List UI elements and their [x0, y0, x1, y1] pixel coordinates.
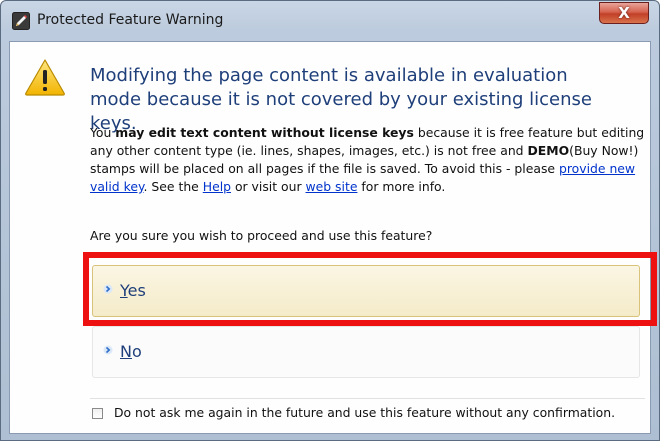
- dont-ask-label[interactable]: Do not ask me again in the future and us…: [114, 405, 615, 420]
- no-accelerator: N: [120, 342, 132, 361]
- close-button[interactable]: X: [599, 2, 649, 24]
- web-site-link[interactable]: web site: [306, 179, 358, 194]
- no-button[interactable]: No: [92, 326, 640, 378]
- close-icon: X: [618, 4, 630, 22]
- app-icon: [12, 12, 30, 30]
- warning-body: You may edit text content without licens…: [90, 124, 645, 196]
- body-text-5: or visit our: [231, 179, 306, 194]
- body-text-6: for more info.: [357, 179, 446, 194]
- dialog-window: Protected Feature Warning X Modifying th…: [0, 0, 660, 441]
- no-label: No: [120, 342, 142, 361]
- body-text-4: . See the: [143, 179, 203, 194]
- body-bold-demo: DEMO: [527, 143, 570, 158]
- dialog-content: Modifying the page content is available …: [9, 41, 651, 434]
- footer-divider: [90, 398, 645, 399]
- no-label-rest: o: [131, 342, 142, 361]
- body-bold-1: may edit text content without license ke…: [115, 125, 414, 140]
- window-title: Protected Feature Warning: [37, 12, 224, 28]
- dont-ask-checkbox[interactable]: [92, 408, 103, 419]
- title-bar[interactable]: Protected Feature Warning X: [1, 1, 659, 41]
- confirmation-question: Are you sure you wish to proceed and use…: [90, 228, 433, 243]
- highlight-box: [83, 252, 657, 326]
- body-text-1: You: [90, 125, 116, 140]
- warning-icon: [25, 59, 65, 96]
- arrow-right-icon: [103, 345, 113, 355]
- help-link[interactable]: Help: [203, 179, 231, 194]
